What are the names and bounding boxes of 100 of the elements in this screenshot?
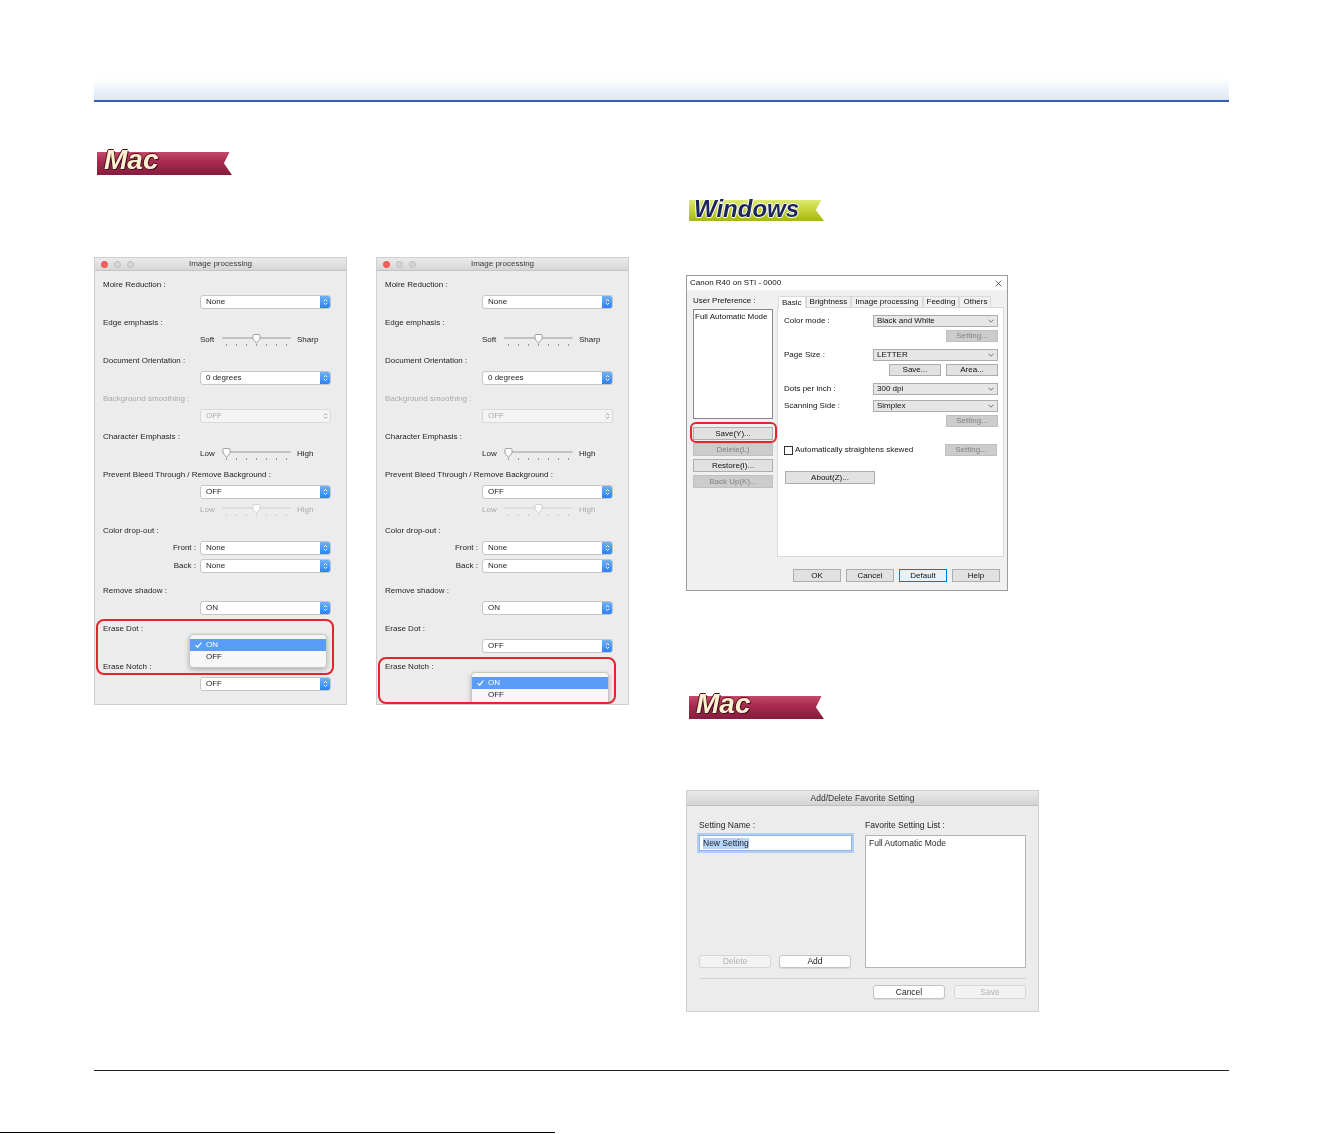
dropdown[interactable]: ON bbox=[482, 601, 613, 615]
slider-thumb[interactable] bbox=[534, 334, 543, 344]
field-label: Color mode : bbox=[784, 317, 830, 325]
dropdown[interactable]: 0 degrees bbox=[200, 371, 331, 385]
updown-chevron-icon bbox=[602, 296, 612, 308]
tab[interactable]: Basic bbox=[778, 296, 806, 308]
dialog-button[interactable]: Save(Y)... bbox=[693, 427, 773, 440]
dropdown[interactable]: None bbox=[200, 295, 331, 309]
dialog-button[interactable]: Help bbox=[952, 569, 1000, 582]
dropdown[interactable]: None bbox=[200, 559, 331, 573]
chevron-down-icon bbox=[988, 387, 994, 391]
slider[interactable] bbox=[504, 448, 573, 460]
field-label: Page Size : bbox=[784, 351, 825, 359]
dialog-button[interactable]: Restore(I)... bbox=[693, 459, 773, 472]
menu-item[interactable]: OFF bbox=[472, 689, 608, 701]
field-label: Prevent Bleed Through / Remove Background : bbox=[103, 469, 271, 481]
slider-min-label: Low bbox=[200, 450, 216, 458]
slider-thumb[interactable] bbox=[504, 448, 513, 458]
dialog-button[interactable]: Default bbox=[899, 569, 947, 582]
dialog-button[interactable]: OK bbox=[793, 569, 841, 582]
dropdown[interactable]: ON bbox=[200, 601, 331, 615]
slider-max-label: High bbox=[297, 450, 314, 458]
dropdown[interactable]: OFF bbox=[482, 485, 613, 499]
list-item[interactable]: Full Automatic Mode bbox=[868, 838, 1023, 849]
dialog-button[interactable]: About(Z)... bbox=[785, 471, 875, 484]
text-field[interactable]: New Setting bbox=[699, 835, 852, 851]
field-label: Character Emphasis : bbox=[385, 431, 462, 443]
dropdown[interactable]: OFF bbox=[200, 485, 331, 499]
slider[interactable] bbox=[222, 334, 291, 346]
updown-chevron-icon bbox=[602, 486, 612, 498]
slider-max-label: High bbox=[579, 450, 596, 458]
dropdown[interactable]: None bbox=[482, 541, 613, 555]
menu-item[interactable]: OFF bbox=[190, 651, 326, 663]
dropdown[interactable]: OFF bbox=[200, 677, 331, 691]
field-label: Moire Reduction : bbox=[385, 279, 448, 291]
field-label: Document Orientation : bbox=[385, 355, 468, 367]
field-label: Favorite Setting List : bbox=[865, 820, 945, 830]
dialog-button[interactable]: Add bbox=[779, 955, 851, 968]
slider-thumb[interactable] bbox=[222, 448, 231, 458]
updown-chevron-icon bbox=[320, 296, 330, 308]
slider-thumb[interactable] bbox=[252, 334, 261, 344]
checkbox[interactable] bbox=[784, 445, 793, 455]
dialog-button[interactable]: Cancel bbox=[873, 985, 945, 999]
list-box[interactable]: Full Automatic Mode bbox=[865, 835, 1026, 968]
field-label: Erase Notch : bbox=[385, 661, 434, 673]
platform-label: Mac bbox=[97, 147, 232, 175]
updown-chevron-icon bbox=[320, 602, 330, 614]
field-label: Setting Name : bbox=[699, 820, 756, 830]
field-label: User Preference : bbox=[693, 296, 756, 306]
combo-box[interactable]: Black and White bbox=[873, 315, 998, 327]
field-label: Background smoothing : bbox=[385, 393, 472, 405]
slider[interactable] bbox=[504, 334, 573, 346]
dropdown[interactable]: OFF bbox=[482, 639, 613, 653]
field-label: Scanning Side : bbox=[784, 402, 841, 410]
updown-chevron-icon bbox=[320, 486, 330, 498]
window-title: Image processing bbox=[187, 260, 254, 268]
field-label: Dots per inch : bbox=[784, 385, 836, 393]
dialog-button[interactable]: Area... bbox=[946, 364, 998, 376]
field-label: Front : bbox=[454, 544, 478, 552]
dialog-button[interactable]: Cancel bbox=[846, 569, 894, 582]
list-box[interactable]: Full Automatic Mode bbox=[693, 309, 773, 419]
updown-chevron-icon bbox=[320, 560, 330, 572]
dropdown[interactable]: None bbox=[482, 295, 613, 309]
slider-max-label: Sharp bbox=[297, 336, 319, 344]
dropdown[interactable]: None bbox=[200, 541, 331, 555]
field-label: Remove shadow : bbox=[103, 585, 168, 597]
field-label: Edge emphasis : bbox=[385, 317, 445, 329]
field-label: Character Emphasis : bbox=[103, 431, 180, 443]
window-title: Image processing bbox=[469, 260, 536, 268]
updown-chevron-icon bbox=[602, 372, 612, 384]
field-label: Erase Notch : bbox=[103, 661, 152, 673]
window-title: Canon R40 on STI - 0000 bbox=[690, 279, 782, 287]
field-label: Color drop-out : bbox=[385, 525, 441, 537]
field-label: Edge emphasis : bbox=[103, 317, 163, 329]
list-item[interactable]: Full Automatic Mode bbox=[695, 312, 771, 322]
updown-chevron-icon bbox=[320, 542, 330, 554]
dialog-button[interactable]: Save... bbox=[889, 364, 941, 376]
field-label: Erase Dot : bbox=[385, 623, 425, 635]
field-label: Color drop-out : bbox=[103, 525, 159, 537]
updown-chevron-icon bbox=[602, 542, 612, 554]
field-label: Erase Dot : bbox=[103, 623, 143, 635]
close-icon[interactable] bbox=[995, 279, 1002, 287]
combo-box[interactable]: 300 dpi bbox=[873, 383, 998, 395]
slider-min-label: Low bbox=[482, 506, 498, 514]
checkbox-label: Automatically straightens skewed bbox=[795, 446, 914, 454]
chevron-down-icon bbox=[988, 319, 994, 323]
platform-label: Mac bbox=[689, 691, 824, 719]
combo-box[interactable]: LETTER bbox=[873, 349, 998, 361]
dropdown[interactable]: None bbox=[482, 559, 613, 573]
window-title: Add/Delete Favorite Setting bbox=[810, 793, 915, 803]
combo-box[interactable]: Simplex bbox=[873, 400, 998, 412]
slider[interactable] bbox=[222, 448, 291, 460]
field-label: Remove shadow : bbox=[385, 585, 450, 597]
dropdown[interactable]: 0 degrees bbox=[482, 371, 613, 385]
field-label: Moire Reduction : bbox=[103, 279, 166, 291]
field-label: Background smoothing : bbox=[103, 393, 190, 405]
field-label: Document Orientation : bbox=[103, 355, 186, 367]
updown-chevron-icon bbox=[602, 560, 612, 572]
field-label: Back : bbox=[455, 562, 478, 570]
check-icon bbox=[194, 642, 202, 648]
